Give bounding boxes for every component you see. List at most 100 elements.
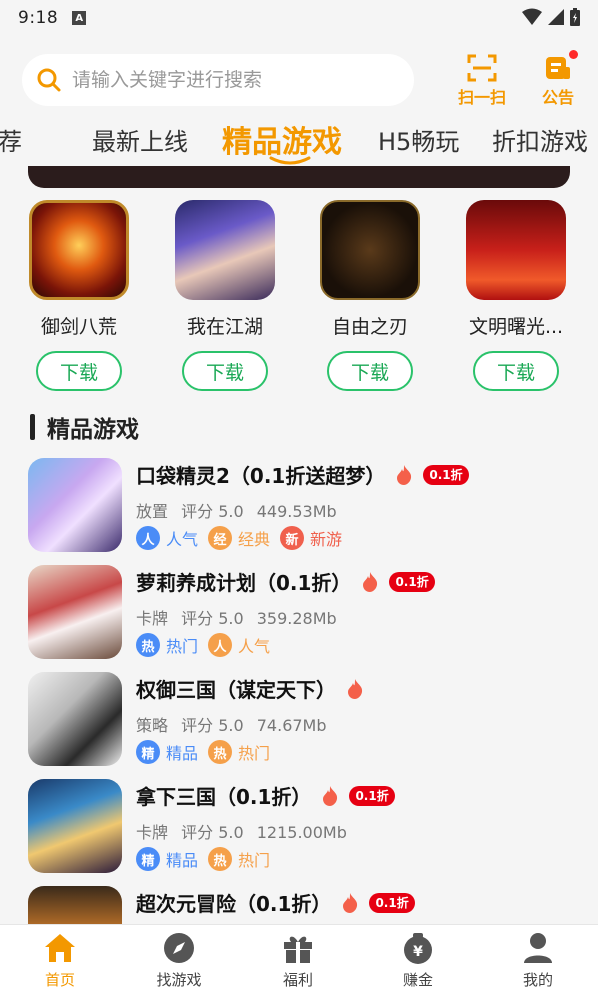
game-meta: 放置 评分 5.0 449.53Mb: [136, 498, 345, 522]
game-icon: [320, 200, 420, 300]
nav-earn-gold[interactable]: ¥ 赚金: [378, 931, 458, 990]
tag-icon: 精: [136, 847, 160, 871]
banner-carousel[interactable]: [28, 166, 570, 188]
notice-icon: [546, 57, 570, 79]
fire-icon: [348, 678, 363, 699]
download-button[interactable]: 下载: [473, 351, 559, 391]
tab-h5-play[interactable]: H5畅玩: [378, 122, 459, 157]
tab-recommend[interactable]: 推荐: [0, 122, 22, 157]
game-title: 萝莉养成计划（0.1折）: [136, 571, 352, 595]
gift-icon: [284, 936, 312, 963]
tag-text: 热门: [166, 637, 199, 656]
search-input[interactable]: [72, 69, 392, 91]
scan-button[interactable]: 扫一扫: [454, 54, 510, 108]
tag-icon: 热: [208, 740, 233, 764]
game-size: 74.67Mb: [256, 716, 327, 735]
game-row[interactable]: 超次元冒险（0.1折） 0.1折: [0, 886, 598, 924]
hot-game-item[interactable]: 我在江湖 下载: [165, 200, 285, 391]
tag-premium: 精精品: [136, 740, 198, 764]
game-title-line: 权御三国（谋定天下）: [136, 674, 364, 703]
status-bar: 9:18 A: [0, 0, 598, 36]
game-category: 放置: [136, 502, 169, 521]
nav-welfare[interactable]: 福利: [258, 931, 338, 990]
tag-icon: 人: [136, 526, 160, 550]
tag-icon: 精: [136, 740, 160, 764]
hot-game-name: 自由之刃: [331, 316, 408, 338]
game-rating: 评分 5.0: [181, 716, 244, 735]
discount-badge: 0.1折: [369, 892, 415, 913]
tag-icon: 热: [208, 847, 233, 871]
status-icons: [522, 8, 580, 26]
game-category: 卡牌: [136, 609, 169, 628]
hot-game-item[interactable]: 文明曙光... 下载: [456, 200, 576, 391]
tag-text: 热门: [238, 744, 271, 763]
game-row[interactable]: 拿下三国（0.1折） 0.1折 卡牌 评分 5.0 1215.00Mb 精精品 …: [0, 779, 598, 879]
nav-label: 赚金: [402, 971, 433, 989]
game-meta: 策略 评分 5.0 74.67Mb: [136, 712, 335, 736]
nav-find-games[interactable]: 找游戏: [139, 931, 219, 990]
scan-label: 扫一扫: [457, 88, 506, 107]
game-title-line: 拿下三国（0.1折） 0.1折: [136, 781, 395, 810]
download-button[interactable]: 下载: [327, 351, 413, 391]
game-rating: 评分 5.0: [181, 823, 244, 842]
nav-mine[interactable]: 我的: [498, 931, 578, 990]
game-rating: 评分 5.0: [181, 609, 244, 628]
hot-game-name: 文明曙光...: [468, 316, 564, 338]
notice-unread-dot: [569, 50, 578, 59]
fire-icon: [343, 892, 358, 913]
tag-new: 新新游: [280, 526, 342, 550]
game-row[interactable]: 萝莉养成计划（0.1折） 0.1折 卡牌 评分 5.0 359.28Mb 热热门…: [0, 565, 598, 665]
tag-text: 精品: [166, 744, 199, 763]
tab-new-release[interactable]: 最新上线: [92, 122, 188, 157]
game-icon: [28, 458, 122, 552]
hot-game-item[interactable]: 御剑八荒 下载: [19, 200, 139, 391]
tag-text: 精品: [166, 851, 199, 870]
game-row[interactable]: 权御三国（谋定天下） 策略 评分 5.0 74.67Mb 精精品 热热门: [0, 672, 598, 772]
game-icon: [28, 886, 122, 924]
tag-text: 经典: [238, 530, 271, 549]
fire-icon: [363, 571, 378, 592]
nav-label: 首页: [44, 971, 75, 989]
home-icon: [45, 934, 75, 962]
tag-hot: 热热门: [208, 847, 270, 871]
hot-game-item[interactable]: 自由之刃 下载: [310, 200, 430, 391]
tag-popular: 人人气: [208, 633, 270, 657]
download-button[interactable]: 下载: [182, 351, 268, 391]
tag-icon: 经: [208, 526, 233, 550]
tag-text: 人气: [238, 637, 271, 656]
game-rating: 评分 5.0: [181, 502, 244, 521]
section-marker: [30, 414, 35, 440]
game-title: 拿下三国（0.1折）: [136, 785, 312, 809]
search-icon: [37, 68, 61, 92]
fire-icon: [323, 785, 338, 806]
nav-home[interactable]: 首页: [20, 931, 100, 990]
download-button[interactable]: 下载: [36, 351, 122, 391]
wifi-icon: [522, 8, 542, 25]
game-title-line: 萝莉养成计划（0.1折） 0.1折: [136, 567, 435, 596]
hot-game-name: 我在江湖: [186, 316, 263, 338]
tab-discount-games[interactable]: 折扣游戏: [492, 122, 588, 157]
status-time: 9:18: [18, 8, 59, 28]
tab-premium-games[interactable]: 精品游戏: [222, 117, 342, 161]
game-title: 超次元冒险（0.1折）: [136, 892, 332, 916]
hot-game-name: 御剑八荒: [40, 316, 117, 338]
tag-hot: 热热门: [136, 633, 198, 657]
notification-badge-icon: A: [72, 11, 87, 25]
fire-icon: [397, 464, 412, 485]
game-category: 策略: [136, 716, 169, 735]
game-icon: [28, 565, 122, 659]
tag-icon: 热: [136, 633, 160, 657]
game-title-line: 超次元冒险（0.1折） 0.1折: [136, 888, 415, 917]
compass-icon: [164, 933, 194, 963]
game-tags: 精精品 热热门: [136, 740, 270, 764]
nav-label: 福利: [282, 971, 313, 989]
game-icon: [466, 200, 566, 300]
game-meta: 卡牌 评分 5.0 1215.00Mb: [136, 819, 355, 843]
game-row[interactable]: 口袋精灵2（0.1折送超梦） 0.1折 放置 评分 5.0 449.53Mb 人…: [0, 458, 598, 558]
nav-label: 找游戏: [156, 971, 202, 989]
game-size: 1215.00Mb: [256, 823, 347, 842]
search-box[interactable]: [22, 54, 414, 106]
notice-label: 公告: [541, 88, 574, 107]
notice-button[interactable]: 公告: [530, 50, 586, 108]
tag-text: 热门: [238, 851, 271, 870]
